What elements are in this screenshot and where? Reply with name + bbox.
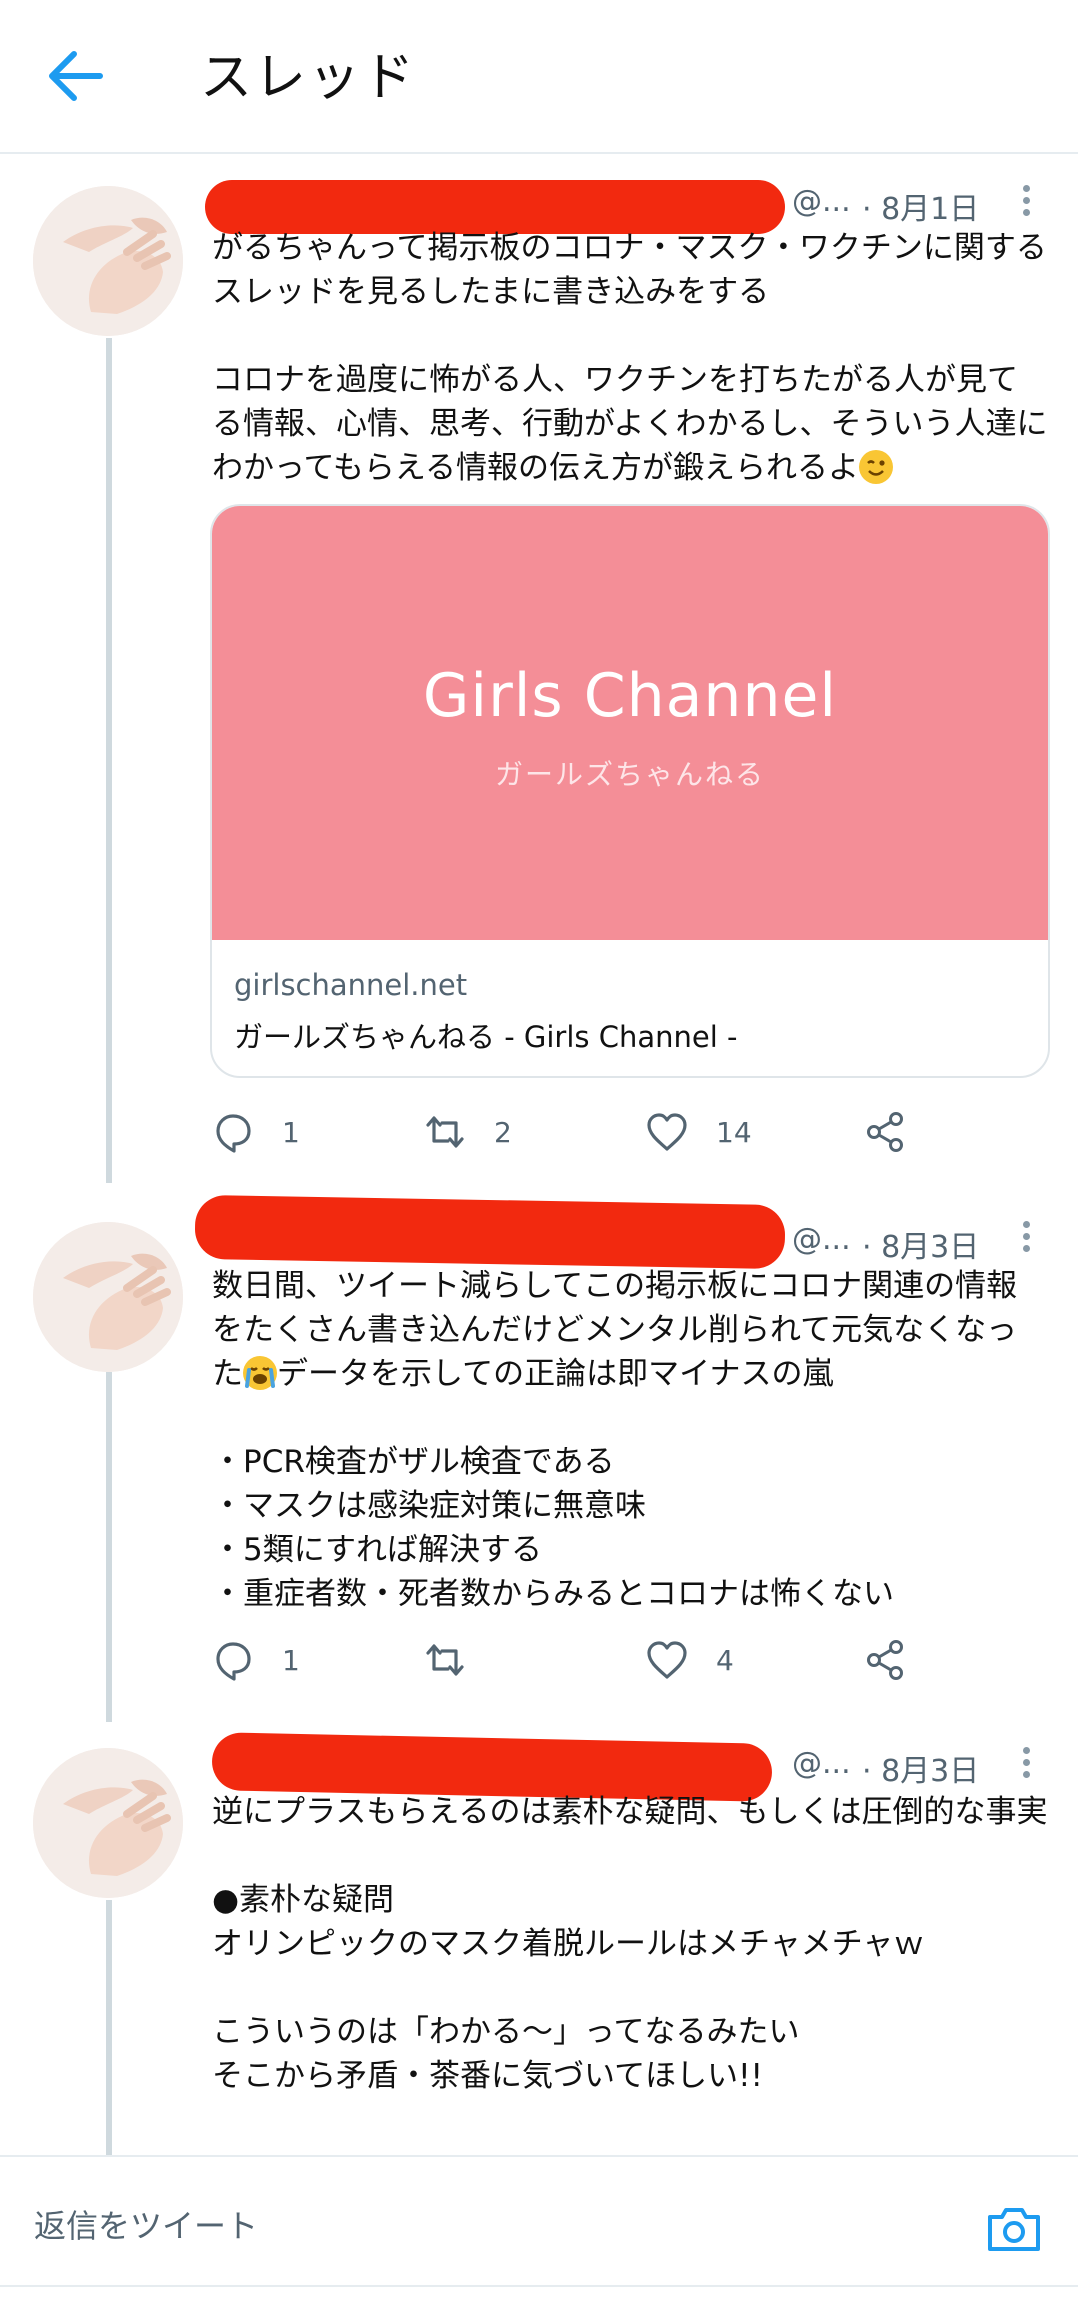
tweet-handle: @... — [792, 184, 851, 219]
page-title: スレッド — [200, 48, 417, 108]
tweet-handle: @... — [792, 1222, 851, 1257]
more-options-icon[interactable] — [1014, 180, 1038, 230]
reply-button[interactable]: 1 — [210, 1630, 300, 1690]
heart-icon — [647, 1113, 687, 1151]
hands-image — [33, 1222, 183, 1372]
tweet-actions: 1 4 — [210, 1630, 1050, 1690]
camera-icon — [988, 2208, 1040, 2251]
like-count: 14 — [716, 1115, 752, 1149]
share-icon — [867, 1112, 903, 1152]
winking-face-emoji — [858, 450, 893, 484]
reply-count: 1 — [282, 1643, 300, 1677]
retweet-count: 2 — [494, 1115, 512, 1149]
redacted-username — [194, 1194, 786, 1270]
card-brand: Girls Channel — [422, 661, 838, 731]
reply-count: 1 — [282, 1115, 300, 1149]
share-button[interactable] — [862, 1630, 908, 1690]
tweet-actions: 1 2 14 — [210, 1102, 1050, 1162]
share-icon — [867, 1640, 903, 1680]
tweet-date: · 8月3日 — [862, 1754, 980, 1789]
retweet-button[interactable]: 2 — [422, 1102, 512, 1162]
reply-compose-bar: 返信をツイート — [0, 2155, 1078, 2297]
more-options-icon[interactable] — [1014, 1742, 1038, 1792]
card-domain: girlschannel.net — [234, 968, 468, 1002]
retweet-icon — [426, 1116, 464, 1148]
card-title: ガールズちゃんねる - Girls Channel - — [234, 1020, 738, 1054]
card-image: Girls Channel ガールズちゃんねる — [212, 506, 1048, 940]
like-count: 4 — [716, 1643, 734, 1677]
share-button[interactable] — [862, 1102, 908, 1162]
reply-input[interactable]: 返信をツイート — [34, 2201, 258, 2247]
avatar[interactable] — [33, 1222, 183, 1372]
retweet-button[interactable] — [422, 1630, 494, 1690]
camera-button[interactable] — [984, 2199, 1044, 2259]
card-brand-sub: ガールズちゃんねる — [494, 758, 765, 791]
tweet-text: がるちゃんって掲示板のコロナ・マスク・ワクチンに関するスレッドを見るしたまに書き… — [212, 230, 1048, 486]
back-button[interactable] — [40, 40, 112, 112]
reply-button[interactable]: 1 — [210, 1102, 300, 1162]
avatar[interactable] — [33, 1748, 183, 1898]
reply-icon — [216, 1114, 251, 1153]
tweet-text: 逆にプラスもらえるのは素朴な疑問、もしくは圧倒的な事実 ●素朴な疑問 オリンピッ… — [212, 1794, 1048, 2094]
avatar[interactable] — [33, 186, 183, 336]
thread-connector — [106, 338, 112, 1183]
retweet-icon — [426, 1644, 464, 1676]
reply-icon — [216, 1642, 251, 1681]
thread-connector — [106, 1900, 112, 2155]
tweet-date: · 8月3日 — [862, 1230, 980, 1265]
tweet-handle: @... — [792, 1746, 851, 1781]
loudly-crying-face-emoji — [243, 1356, 277, 1390]
divider — [0, 2285, 1078, 2287]
top-app-bar: スレッド — [0, 0, 1078, 154]
more-options-icon[interactable] — [1014, 1216, 1038, 1266]
link-card[interactable]: Girls Channel ガールズちゃんねる girlschannel.net… — [210, 504, 1050, 1078]
thread-connector — [106, 1372, 112, 1722]
like-button[interactable]: 14 — [644, 1102, 752, 1162]
tweet-text: 数日間、ツイート減らしてこの掲示板にコロナ関連の情報をたくさん書き込んだけどメン… — [212, 1268, 1018, 1612]
arrow-left-icon — [49, 51, 103, 101]
heart-icon — [647, 1641, 687, 1679]
hands-image — [33, 186, 183, 336]
tweet-date: · 8月1日 — [862, 192, 980, 227]
hands-image — [33, 1748, 183, 1898]
like-button[interactable]: 4 — [644, 1630, 734, 1690]
